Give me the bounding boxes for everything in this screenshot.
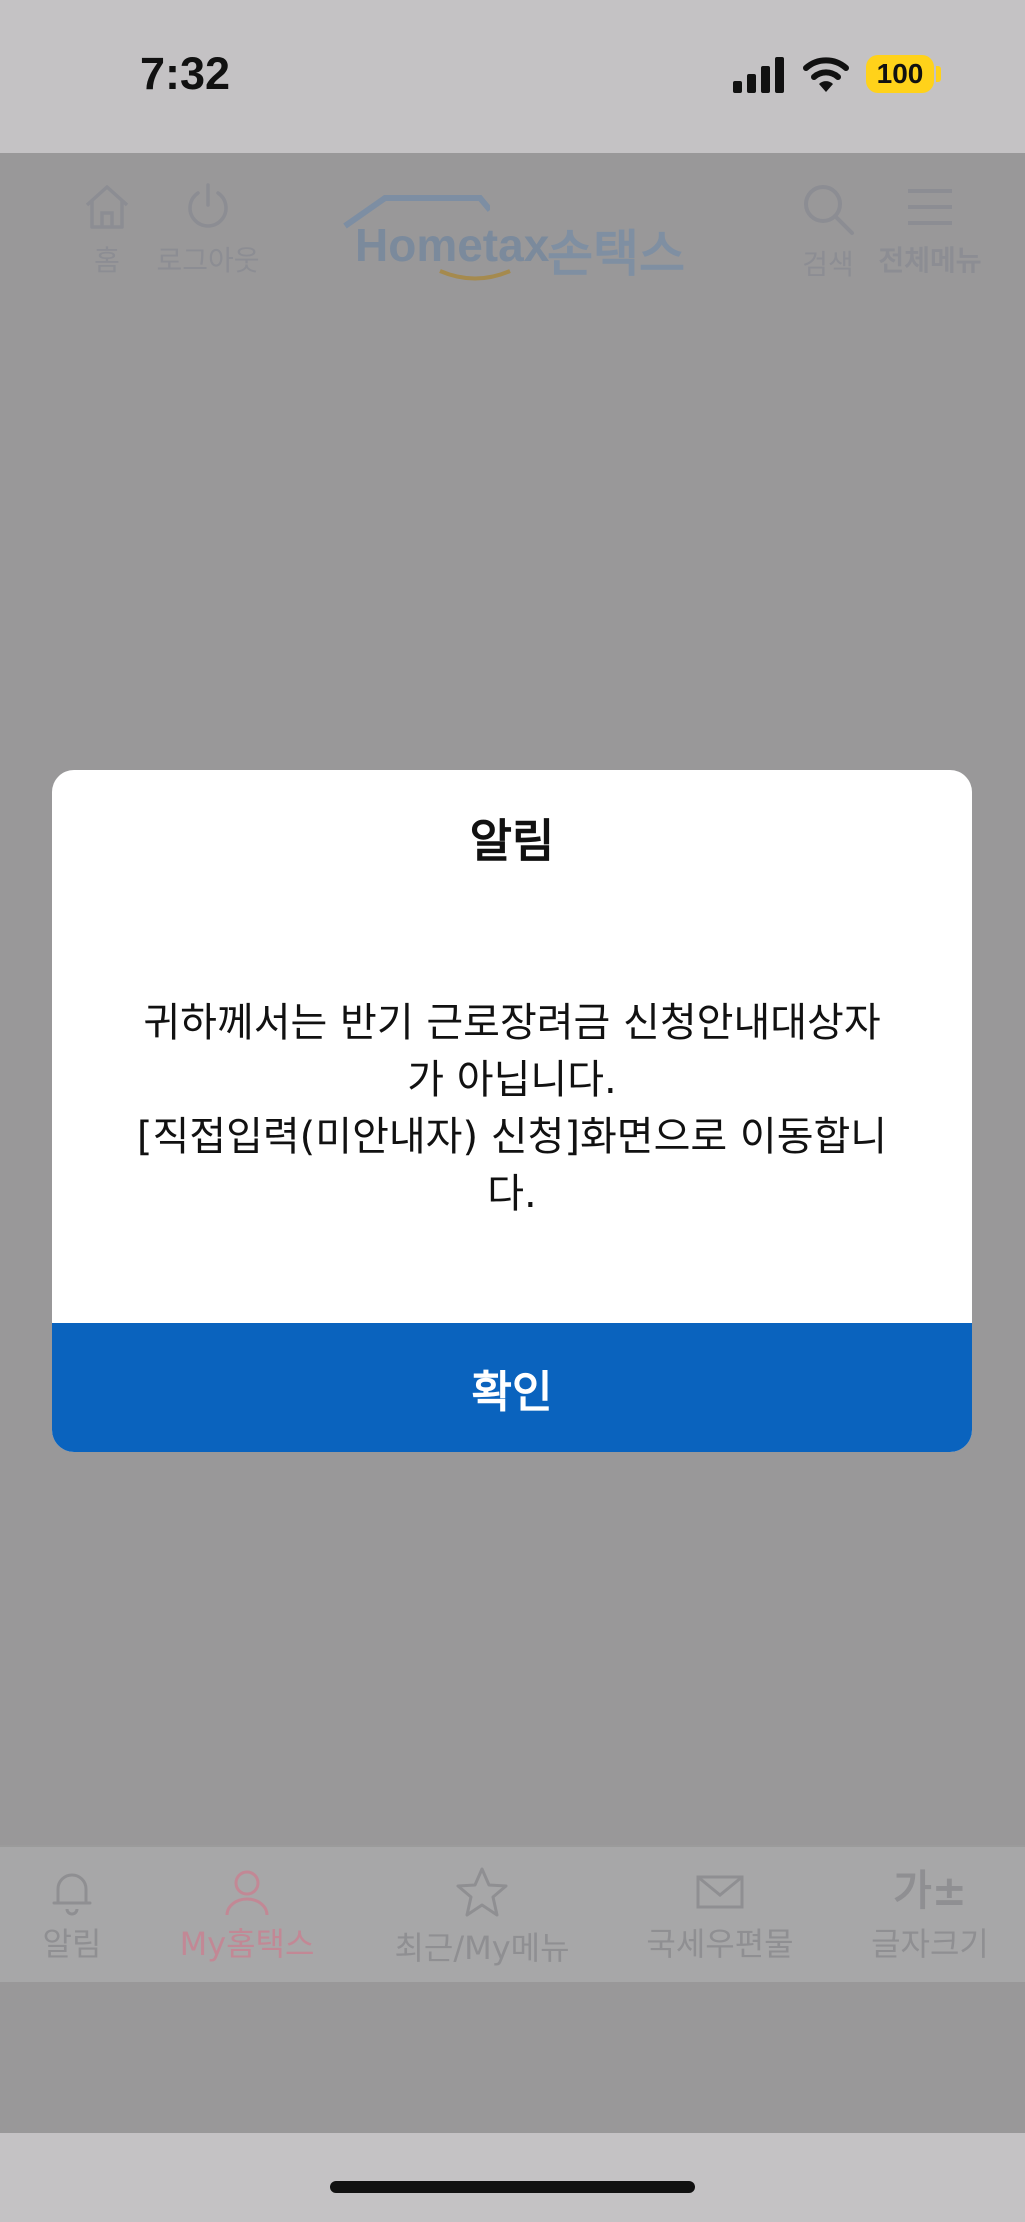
nav-logout[interactable]: 로그아웃 [153,181,263,279]
nav-home-label: 홈 [94,244,120,277]
wifi-icon [803,57,849,92]
nav-all-menu[interactable]: 전체메뉴 [875,181,985,279]
logo-text-kr: 손택스 [547,225,685,283]
logo-text-en: Hometax [355,219,550,271]
home-indicator[interactable] [330,2181,695,2193]
nav-search-label: 검색 [802,248,854,281]
home-indicator-area [0,2133,1025,2222]
dialog-message-line1: 귀하께서는 반기 근로장려금 신청안내대상자 [143,1000,881,1046]
envelope-icon [696,1875,744,1909]
dialog-message-line2: 가 아닙니다. [407,1057,617,1103]
tab-font-size[interactable]: 가± 글자크기 [860,1865,1000,1965]
battery-nub [936,66,941,82]
tab-my-hometax-label: My홈택스 [179,1925,315,1963]
search-icon [804,185,854,235]
nav-logout-label: 로그아웃 [156,244,260,277]
tab-font-size-label: 글자크기 [871,1925,989,1963]
dialog-message: 귀하께서는 반기 근로장려금 신청안내대상자 가 아닙니다. [직접입력(미안내… [92,995,932,1223]
status-bar: 7:32 100 [0,0,1025,153]
nav-all-menu-label: 전체메뉴 [878,244,982,277]
bell-icon [52,1873,92,1916]
user-icon [225,1870,269,1916]
star-icon [456,1867,508,1917]
bottom-tab-bar: 알림 My홈택스 최근/My메뉴 국세우편물 가± 글자크기 [0,1845,1025,1982]
tab-mail-label: 국세우편물 [646,1925,794,1963]
hamburger-menu-icon [908,189,952,225]
confirm-button[interactable]: 확인 [52,1323,972,1452]
font-size-icon: 가± [893,1866,967,1915]
logo-swoosh-icon [439,269,511,281]
cellular-signal-icon [733,57,784,93]
tab-recent-mymenu[interactable]: 최근/My메뉴 [392,1865,572,1969]
tab-alerts-label: 알림 [42,1925,102,1963]
tab-recent-mymenu-label: 최근/My메뉴 [394,1929,570,1967]
home-icon [85,185,129,229]
nav-search[interactable]: 검색 [773,181,883,283]
tab-my-hometax[interactable]: My홈택스 [172,1865,322,1965]
tab-alerts[interactable]: 알림 [22,1865,122,1965]
nav-home[interactable]: 홈 [52,181,162,279]
dialog-message-line4: 다. [487,1171,537,1217]
dialog-message-line3: [직접입력(미안내자) 신청]화면으로 이동합니 [136,1114,888,1160]
dialog-title: 알림 [469,814,555,868]
battery-indicator: 100 [866,55,934,93]
power-icon [188,183,228,228]
hometax-logo[interactable]: Hometax 손택스 [335,188,695,283]
tab-mail[interactable]: 국세우편물 [640,1865,800,1965]
top-nav: 홈 로그아웃 Hometax 손택스 검색 전체메뉴 [0,153,1025,303]
status-time: 7:32 [140,48,231,99]
alert-dialog: 알림 귀하께서는 반기 근로장려금 신청안내대상자 가 아닙니다. [직접입력(… [52,770,972,1452]
